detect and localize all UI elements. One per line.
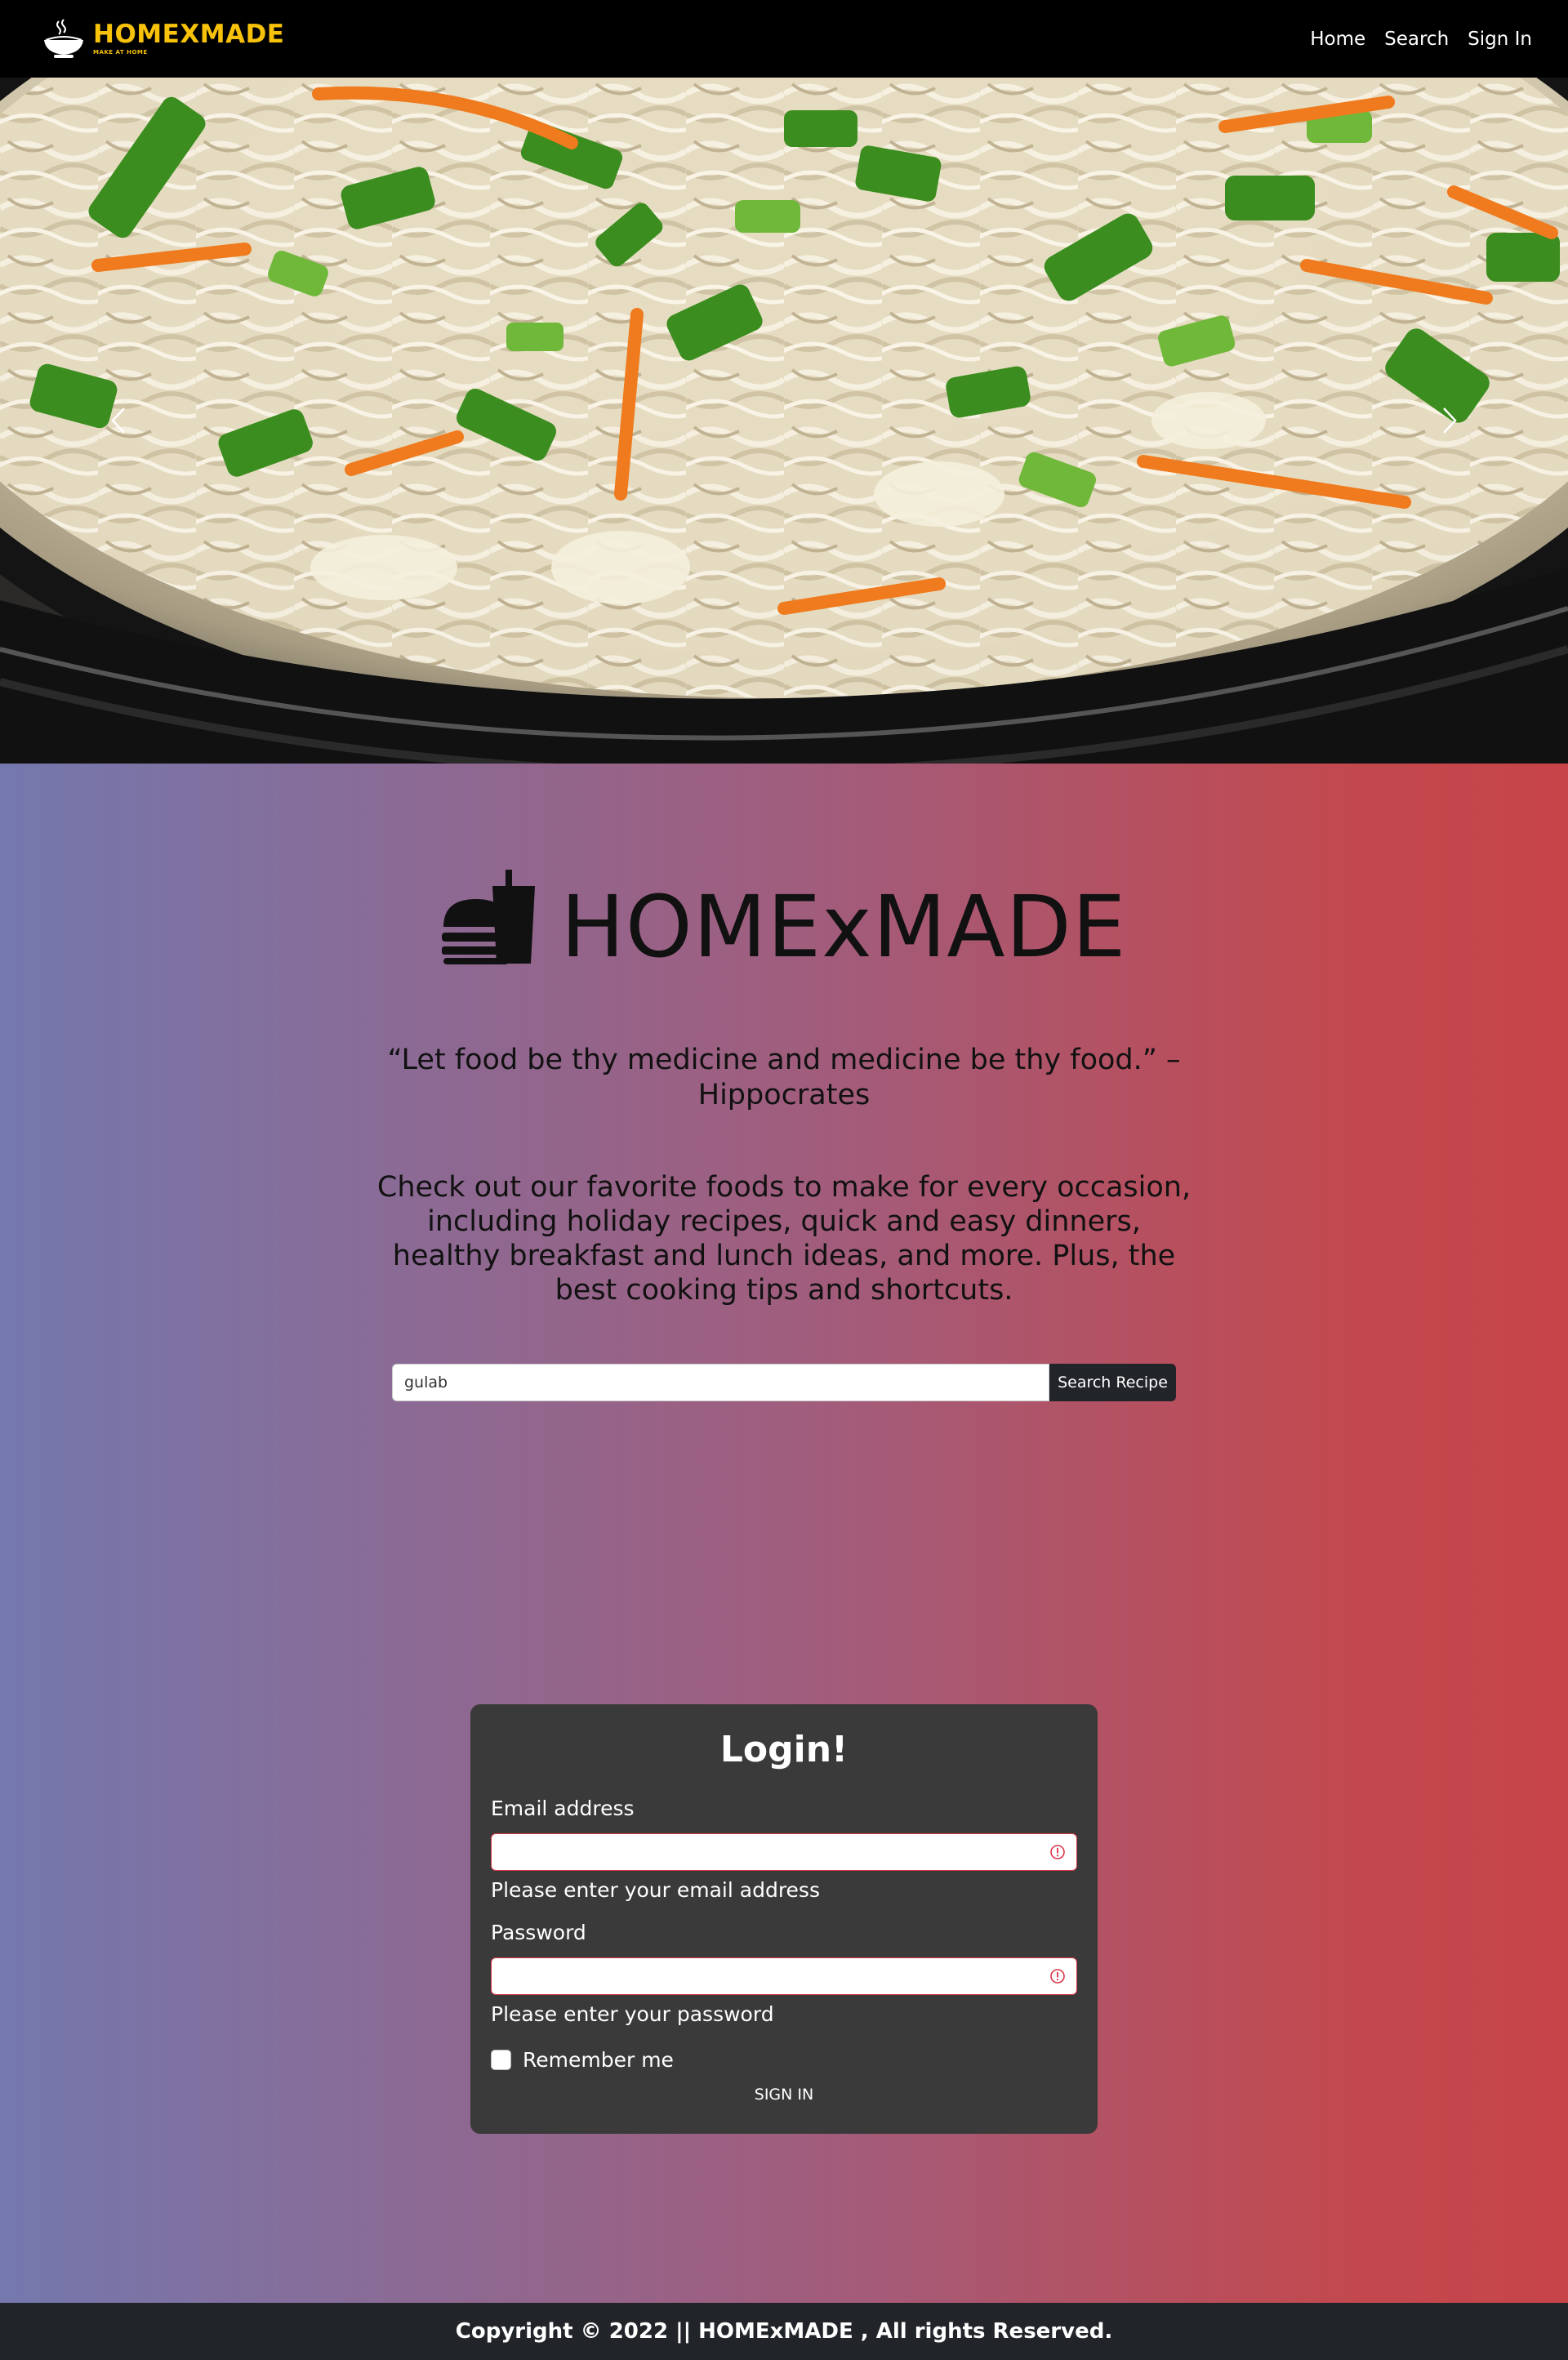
noodle-bowl-icon <box>39 18 88 60</box>
search-recipe-button[interactable]: Search Recipe <box>1049 1364 1176 1401</box>
remember-me-row: Remember me <box>491 2048 674 2072</box>
hero-food-image <box>0 78 1568 764</box>
recipe-search-form: Search Recipe <box>392 1364 1176 1401</box>
login-title: Login! <box>719 1729 849 1770</box>
brand-name: HOMEXMADE <box>93 20 285 49</box>
nav-link-sign-in[interactable]: Sign In <box>1468 29 1532 50</box>
brand-logo-link[interactable]: HOMEXMADE MAKE AT HOME <box>39 18 284 60</box>
brand-text: HOMEXMADE MAKE AT HOME <box>93 22 284 56</box>
chevron-left-icon <box>111 407 125 434</box>
nav-link-search[interactable]: Search <box>1384 29 1449 50</box>
login-card: Login! Email address Please enter your e… <box>470 1704 1098 2134</box>
hero-description: Check out our favorite foods to make for… <box>376 1171 1192 1307</box>
password-field[interactable] <box>491 1957 1077 1995</box>
error-icon <box>1049 1844 1066 1864</box>
brand-tagline: MAKE AT HOME <box>93 49 148 56</box>
password-label: Password <box>491 1921 586 1944</box>
email-field[interactable] <box>491 1833 1077 1871</box>
hero-brand: HOMExMADE <box>0 870 1568 977</box>
remember-me-label[interactable]: Remember me <box>523 2048 674 2072</box>
recipe-search-input[interactable] <box>392 1364 1049 1401</box>
hero-carousel <box>0 78 1568 764</box>
email-error-text: Please enter your email address <box>491 1878 820 1902</box>
chevron-right-icon <box>1443 407 1457 434</box>
carousel-prev-button[interactable] <box>98 400 139 441</box>
email-label: Email address <box>491 1797 635 1820</box>
burger-drink-icon <box>441 870 537 966</box>
carousel-next-button[interactable] <box>1429 400 1470 441</box>
hero-brand-title: HOMExMADE <box>560 877 1127 977</box>
nav-links: Home Search Sign In <box>1310 29 1532 50</box>
navbar: HOMEXMADE MAKE AT HOME Home Search Sign … <box>0 0 1568 78</box>
remember-me-checkbox[interactable] <box>491 2050 511 2070</box>
main-section: HOMExMADE “Let food be thy medicine and … <box>0 764 1568 2303</box>
hero-quote: “Let food be thy medicine and medicine b… <box>387 1044 1181 1111</box>
footer-copyright: Copyright © 2022 || HOMExMADE , All righ… <box>455 2319 1113 2344</box>
footer: Copyright © 2022 || HOMExMADE , All righ… <box>0 2303 1568 2360</box>
nav-link-home[interactable]: Home <box>1310 29 1365 50</box>
sign-in-button[interactable]: SIGN IN <box>470 2085 1098 2104</box>
password-error-text: Please enter your password <box>491 2002 774 2026</box>
password-field-wrapper <box>491 1957 1077 1995</box>
email-field-wrapper <box>491 1833 1077 1871</box>
error-icon <box>1049 1968 1066 1988</box>
